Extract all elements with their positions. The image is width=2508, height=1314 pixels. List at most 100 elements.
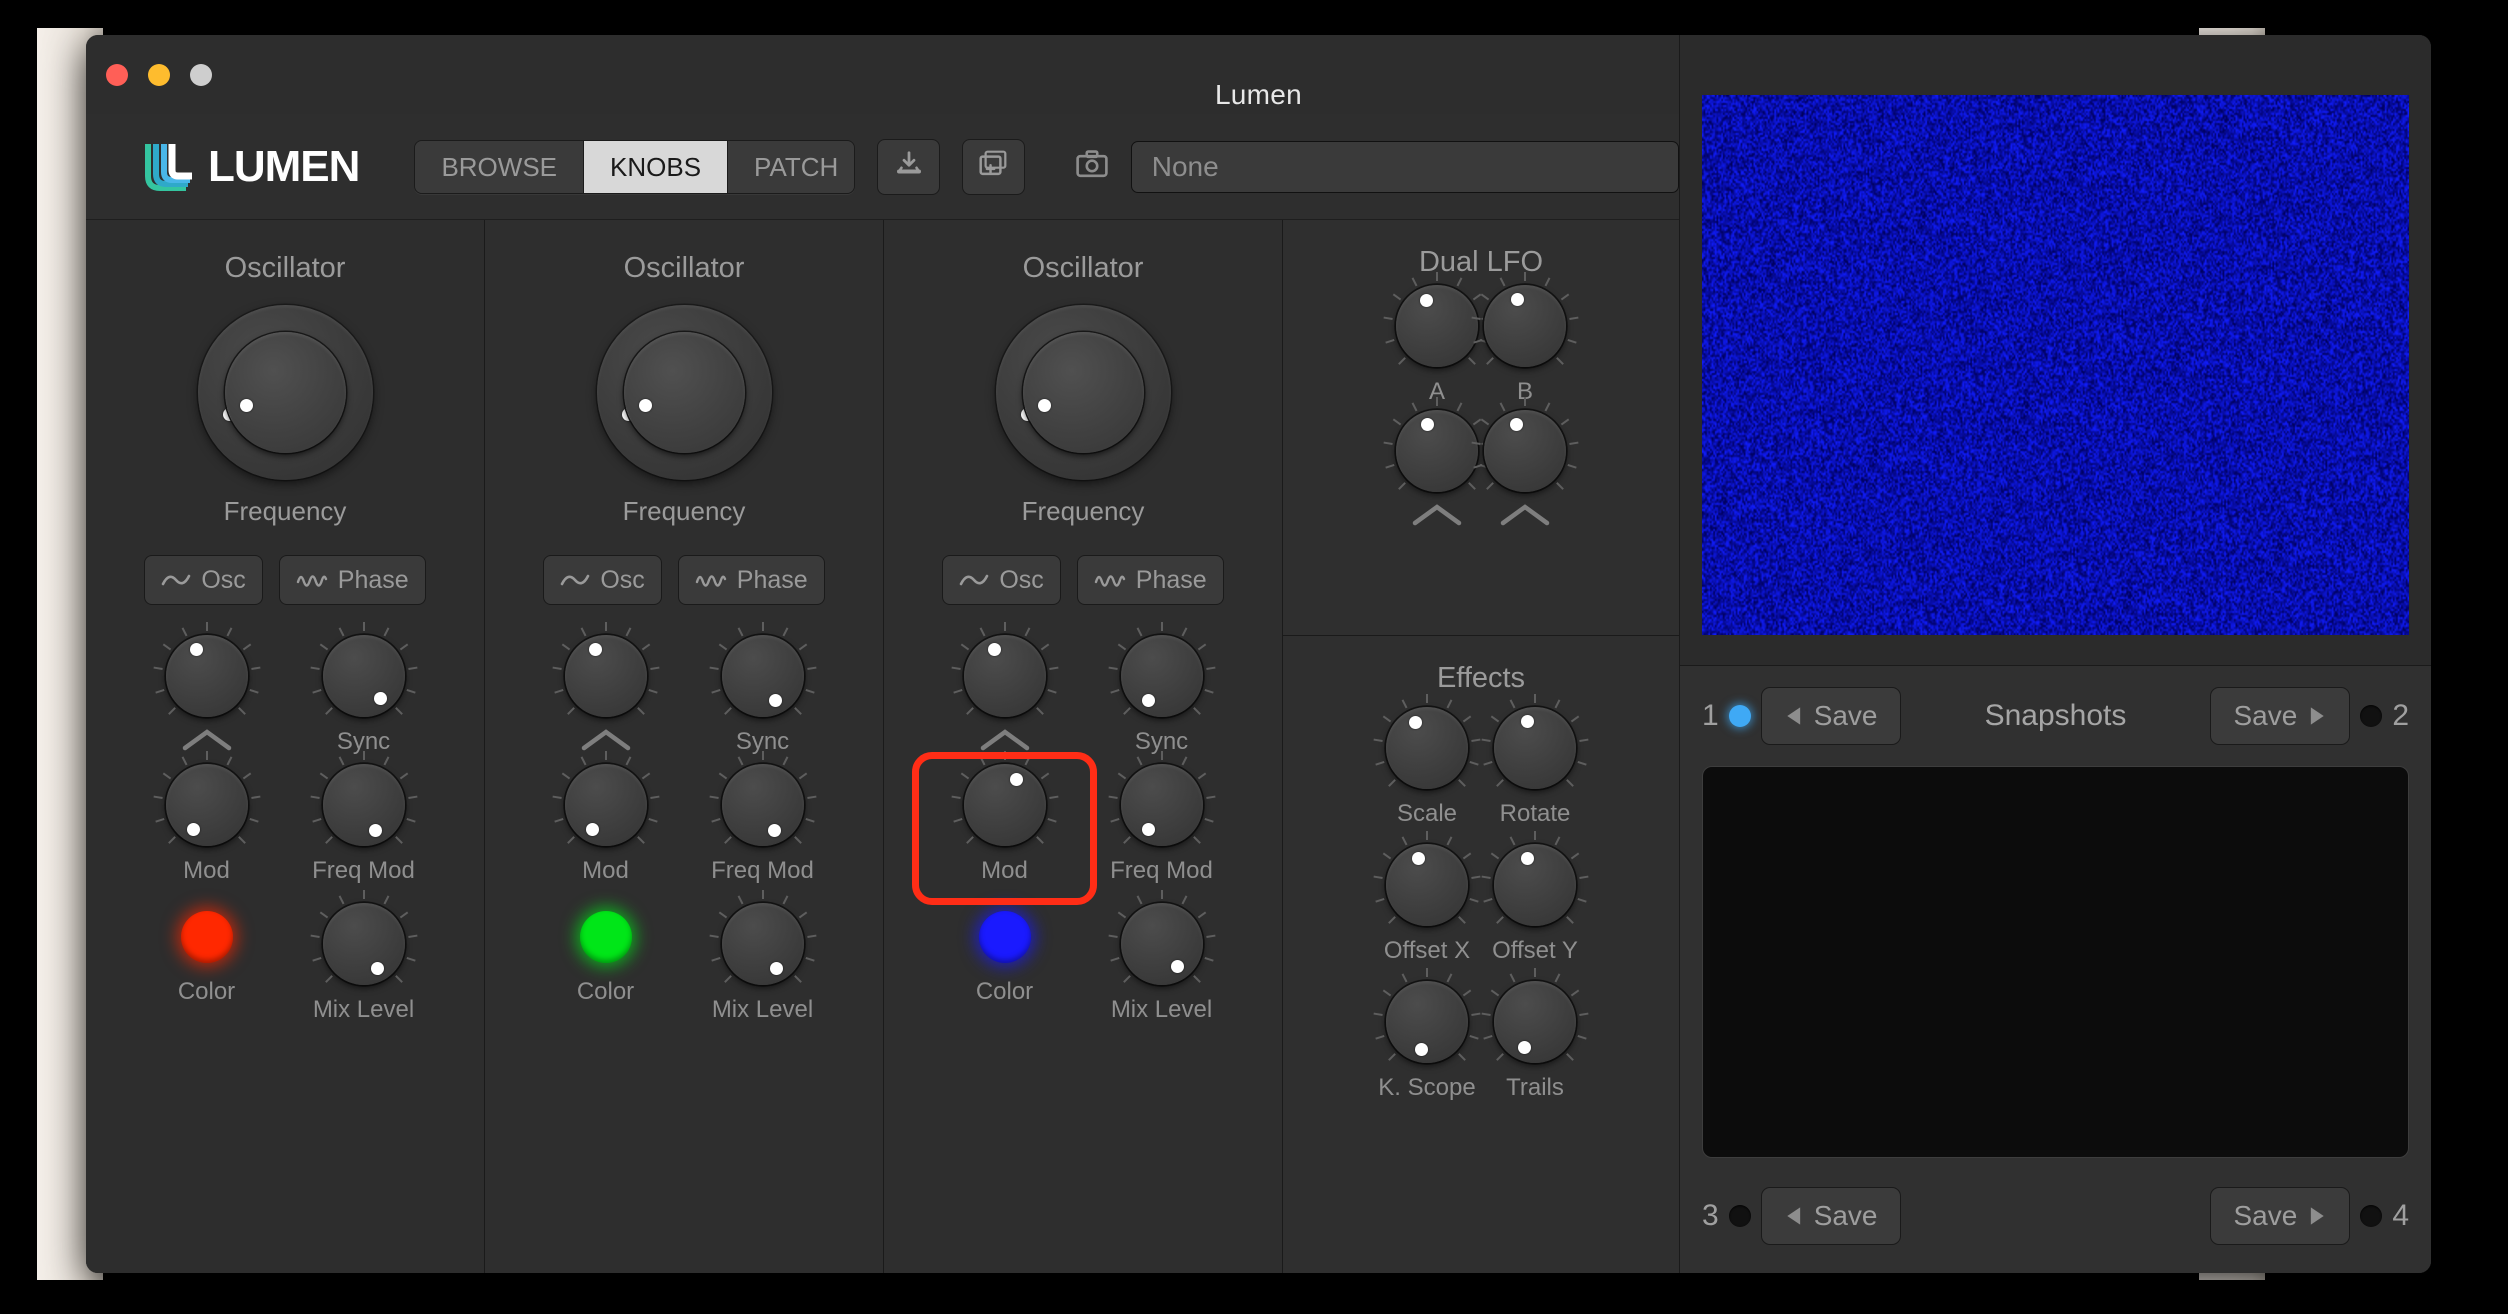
frequency-control: Frequency xyxy=(884,305,1282,527)
download-icon xyxy=(894,149,924,184)
knob-label: Mix Level xyxy=(312,996,415,1023)
knob-cell: Mod xyxy=(128,751,285,887)
sine-wave-icon xyxy=(960,574,989,586)
tab-browse[interactable]: BROWSE xyxy=(415,140,585,193)
freq-mod-knob[interactable] xyxy=(310,751,417,846)
knob-ticks xyxy=(1481,968,1589,1076)
freq-mod-knob[interactable] xyxy=(709,751,816,846)
oscillator-knob-grid: Sync Mod Freq Mod Color Mix Level xyxy=(485,622,883,1026)
download-button[interactable] xyxy=(877,138,941,195)
frequency-knob[interactable] xyxy=(596,305,772,480)
lfo-a-rate-knob[interactable] xyxy=(1383,272,1491,367)
freq-mod-knob[interactable] xyxy=(1108,751,1215,846)
snapshot-3-save-button[interactable]: Save xyxy=(1760,1187,1901,1245)
frequency-knob[interactable] xyxy=(197,305,373,480)
arrow-left-icon xyxy=(1786,707,1800,725)
mix-level-knob[interactable] xyxy=(709,890,816,985)
sync-knob[interactable] xyxy=(310,622,417,717)
effect-knob-cell: K. Scope xyxy=(1373,968,1481,1104)
output-visualizer[interactable] xyxy=(1702,95,2409,635)
lfo-a-shape-knob[interactable] xyxy=(1383,397,1491,492)
color-button[interactable] xyxy=(579,911,632,963)
mod-knob[interactable] xyxy=(552,751,659,846)
mix-level-knob[interactable] xyxy=(310,890,417,985)
knob-cell: Freq Mod xyxy=(285,751,442,887)
osc-wave-button[interactable]: Osc xyxy=(942,555,1061,605)
frequency-inner-knob[interactable] xyxy=(224,332,346,453)
lfo-knob-cell xyxy=(1471,397,1579,532)
dual-lfo-section: Dual LFO AB xyxy=(1283,220,1679,636)
mod-knob[interactable] xyxy=(951,751,1058,846)
phase-wave-button[interactable]: Phase xyxy=(278,555,426,605)
kaleidoscope-knob[interactable] xyxy=(1373,968,1481,1063)
color-button[interactable] xyxy=(180,911,233,963)
osc-wave-label: Osc xyxy=(600,565,645,594)
frequency-control: Frequency xyxy=(485,305,883,527)
offset-x-knob[interactable] xyxy=(1373,831,1481,926)
effects-title: Effects xyxy=(1436,662,1526,694)
trails-knob[interactable] xyxy=(1481,968,1589,1063)
effect-knob-label: K. Scope xyxy=(1378,1074,1476,1101)
color-cell: Color xyxy=(527,911,684,1026)
snapshot-1-number: 1 xyxy=(1702,699,1719,732)
knob-cell: Mod xyxy=(926,751,1083,887)
mix-level-knob[interactable] xyxy=(1108,890,1215,985)
knob-indicator xyxy=(1511,292,1525,306)
knob-ticks xyxy=(1373,694,1481,802)
oscillator-knob-grid: Sync Mod Freq Mod Color Mix Level xyxy=(884,622,1282,1026)
snapshots-title: Snapshots xyxy=(1984,699,2127,732)
osc-wave-button[interactable]: Osc xyxy=(543,555,662,605)
frequency-inner-indicator xyxy=(1037,399,1051,413)
color-label: Color xyxy=(576,978,635,1005)
frequency-inner-knob[interactable] xyxy=(1022,332,1144,453)
shape-knob[interactable] xyxy=(951,622,1058,717)
phase-wave-button[interactable]: Phase xyxy=(677,555,825,605)
frequency-inner-knob[interactable] xyxy=(623,332,745,453)
knob-indicator xyxy=(1411,851,1425,865)
color-cell: Color xyxy=(926,911,1083,1026)
frequency-label: Frequency xyxy=(622,496,746,526)
phase-wave-label: Phase xyxy=(736,565,808,594)
knob-ticks xyxy=(153,751,261,859)
dual-lfo-title: Dual LFO xyxy=(1418,246,1544,278)
wave-buttons: Osc Phase xyxy=(884,555,1282,605)
snapshots-section: 1 Save Snapshots Save 2 3 Save Save 4 xyxy=(1680,665,2431,1273)
color-label: Color xyxy=(975,978,1034,1005)
wave-buttons: Osc Phase xyxy=(86,555,484,605)
add-layer-button[interactable] xyxy=(962,138,1025,195)
dual-lfo-knob-grid: AB xyxy=(1283,272,1679,532)
frequency-knob[interactable] xyxy=(995,305,1171,480)
snapshot-3-save-label: Save xyxy=(1813,1200,1878,1231)
knob-ticks xyxy=(1481,831,1589,939)
knob-label: Mod xyxy=(981,857,1028,884)
effects-knob-grid: Scale Rotate Offset X Offset Y K. Scope Trail… xyxy=(1283,694,1679,1104)
shape-knob[interactable] xyxy=(552,622,659,717)
scale-knob[interactable] xyxy=(1373,694,1481,789)
knob-indicator xyxy=(769,961,783,975)
sync-knob[interactable] xyxy=(1108,622,1215,717)
tab-patch[interactable]: PATCH xyxy=(728,140,855,193)
shape-knob[interactable] xyxy=(153,622,260,717)
phase-wave-button[interactable]: Phase xyxy=(1076,555,1224,605)
tab-knobs[interactable]: KNOBS xyxy=(584,140,729,193)
snapshot-1-save-button[interactable]: Save xyxy=(1760,687,1901,745)
frequency-inner-indicator xyxy=(638,399,652,413)
double-wave-icon xyxy=(296,575,327,587)
color-button[interactable] xyxy=(978,911,1031,963)
knob-ticks xyxy=(310,890,418,998)
lfo-b-shape-knob[interactable] xyxy=(1471,397,1579,492)
knob-indicator xyxy=(767,823,781,837)
snapshot-preview-area[interactable] xyxy=(1702,766,2409,1158)
snapshot-4-save-button[interactable]: Save xyxy=(2210,1187,2351,1245)
rotate-knob[interactable] xyxy=(1481,694,1589,789)
knob-label: Mod xyxy=(582,857,629,884)
offset-y-knob[interactable] xyxy=(1481,831,1589,926)
oscillator-panel-3: Oscillator Frequency Osc Phase Sync Mod Freq M… xyxy=(884,220,1283,1273)
osc-wave-button[interactable]: Osc xyxy=(144,555,263,605)
mod-knob[interactable] xyxy=(153,751,260,846)
snapshot-2-save-button[interactable]: Save xyxy=(2210,687,2351,745)
patch-name-input[interactable]: None xyxy=(1130,140,1679,193)
sync-knob[interactable] xyxy=(709,622,816,717)
camera-button[interactable] xyxy=(1075,149,1109,184)
lfo-b-rate-knob[interactable] xyxy=(1471,272,1579,367)
